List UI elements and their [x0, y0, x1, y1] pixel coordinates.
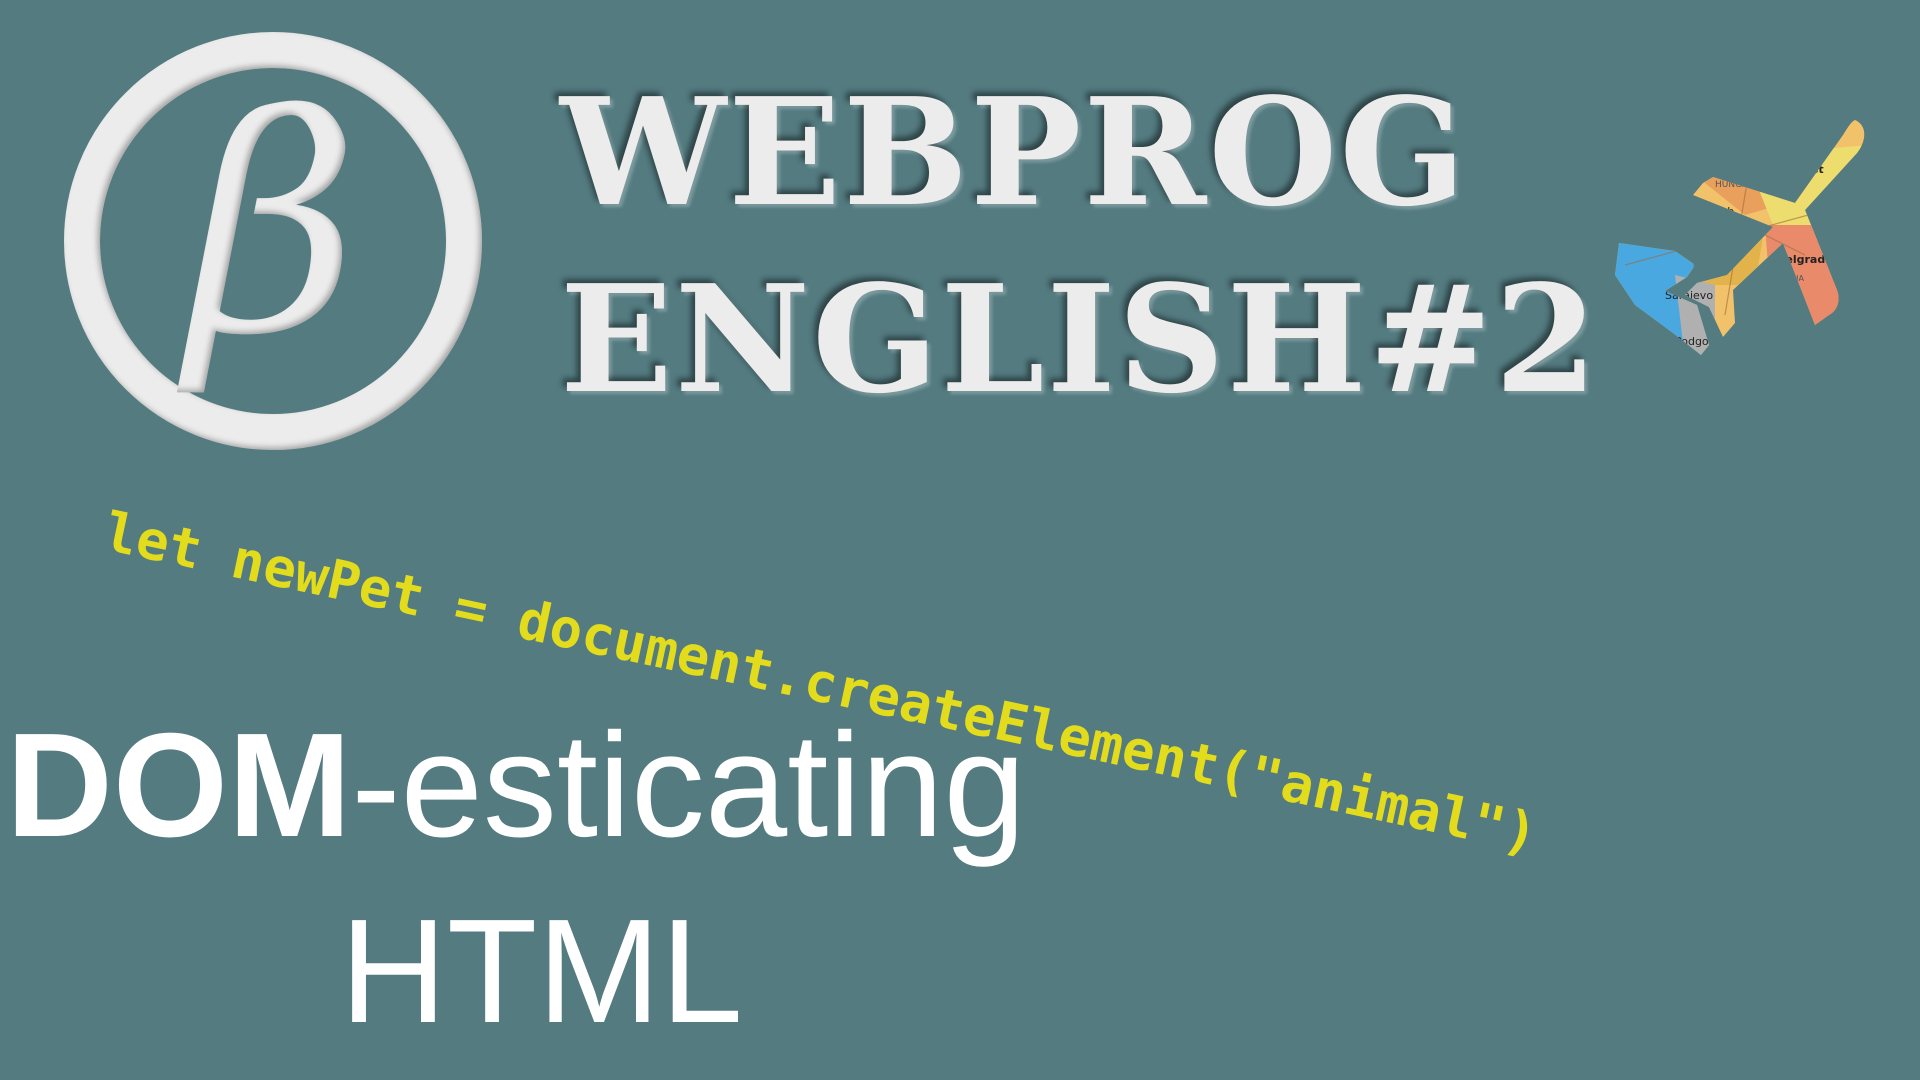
dom-heading: DOM-esticating — [6, 712, 1026, 860]
map-label-belgrade: Belgrade — [1777, 253, 1833, 266]
airplane-map-icon: Vienna Bratislava Budapest HUNGARY Zagre… — [1605, 115, 1870, 360]
map-label-zagreb: Zagreb — [1695, 205, 1734, 218]
dom-heading-strong: DOM — [6, 703, 352, 868]
map-label-podgorica: Podgorica — [1675, 335, 1729, 348]
thumbnail-canvas: β WEBPROG ENGLISH#2 Vienna Bratislava Bu… — [0, 0, 1920, 1080]
dom-heading-rest: -esticating — [351, 703, 1026, 868]
map-label-herz: HERZ — [1693, 260, 1716, 269]
html-heading: HTML — [340, 889, 743, 1054]
map-label-hungary: HUNGARY — [1715, 180, 1760, 190]
map-label-bosnia: BOSNIA — [1693, 248, 1724, 257]
map-label-vienna: Vienna — [1713, 141, 1751, 154]
title-line-1: WEBPROG — [560, 65, 1468, 239]
beta-glyph: β — [177, 52, 360, 401]
map-label-budapest: Budapest — [1765, 163, 1824, 176]
map-label-serbia: SERBIA — [1775, 274, 1805, 283]
map-label-bratislava: Bratislava — [1755, 147, 1818, 160]
map-label-sarajevo: Sarajevo — [1665, 289, 1713, 302]
map-label-croatia: CROATIA — [1691, 224, 1726, 233]
beta-logo-icon: β — [62, 30, 484, 452]
title-line-2: ENGLISH#2 — [560, 252, 1600, 426]
